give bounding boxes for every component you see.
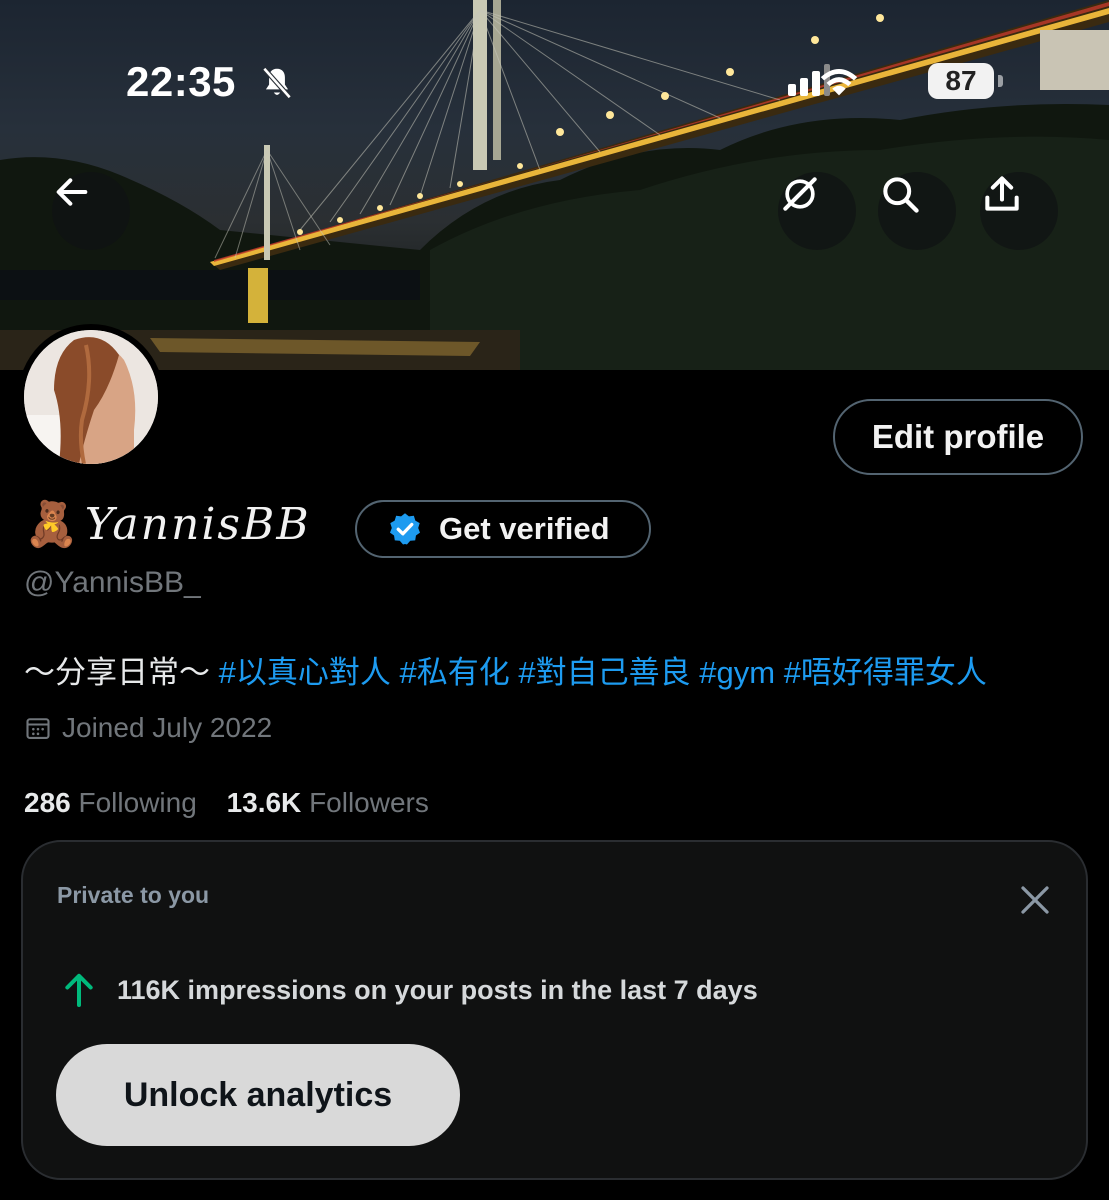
grok-icon bbox=[783, 177, 817, 211]
follow-stats: 286 Following 13.6K Followers bbox=[24, 787, 429, 819]
followers-label: Followers bbox=[309, 787, 429, 818]
mute-bell-icon bbox=[262, 67, 292, 99]
profile-avatar[interactable] bbox=[18, 324, 164, 470]
user-handle: @YannisBB_ bbox=[24, 566, 201, 599]
close-icon bbox=[1021, 886, 1049, 914]
hashtag-link[interactable]: #以真心對人 bbox=[219, 655, 391, 690]
wifi-icon bbox=[820, 68, 858, 96]
status-time: 22:35 bbox=[126, 58, 236, 105]
share-button[interactable] bbox=[980, 172, 1058, 250]
teddy-bear-emoji-icon: 🧸 bbox=[24, 500, 79, 549]
following-link[interactable]: 286 Following bbox=[24, 787, 197, 818]
bio-text: ～分享日常～ bbox=[24, 655, 210, 690]
close-card-button[interactable] bbox=[1017, 882, 1053, 923]
grok-button[interactable] bbox=[778, 172, 856, 250]
arrow-up-icon bbox=[65, 973, 93, 1007]
get-verified-label: Get verified bbox=[439, 511, 610, 546]
hashtag-link[interactable]: #gym bbox=[699, 655, 775, 690]
profile-bio: ～分享日常～ #以真心對人 #私有化 #對自己善良 #gym #唔好得罪女人 bbox=[24, 647, 987, 692]
following-label: Following bbox=[78, 787, 197, 818]
analytics-card: Private to you 116K impressions on your … bbox=[21, 840, 1088, 1180]
verified-badge-icon bbox=[390, 513, 420, 545]
unlock-analytics-button[interactable]: Unlock analytics bbox=[56, 1044, 460, 1146]
profile-banner[interactable]: 22:35 87 bbox=[0, 0, 1109, 370]
following-count: 286 bbox=[24, 787, 71, 818]
battery-cap bbox=[998, 75, 1003, 87]
avatar-image bbox=[24, 330, 158, 464]
impressions-text: 116K impressions on your posts in the la… bbox=[117, 974, 758, 1005]
share-icon bbox=[985, 176, 1019, 211]
hashtag-link[interactable]: #對自己善良 bbox=[518, 655, 690, 690]
search-icon bbox=[883, 177, 919, 213]
impressions-stat: 116K impressions on your posts in the la… bbox=[59, 970, 758, 1010]
hashtag-link[interactable]: #唔好得罪女人 bbox=[784, 655, 987, 690]
display-name: YannisBB bbox=[84, 498, 311, 550]
joined-label: Joined July 2022 bbox=[62, 712, 273, 743]
back-button[interactable] bbox=[52, 172, 130, 250]
followers-link[interactable]: 13.6K Followers bbox=[227, 787, 429, 818]
search-button[interactable] bbox=[878, 172, 956, 250]
display-name-row: 🧸 YannisBB bbox=[24, 498, 311, 550]
private-label: Private to you bbox=[57, 882, 210, 908]
hashtag-link[interactable]: #私有化 bbox=[400, 655, 510, 690]
back-arrow-icon bbox=[56, 178, 88, 206]
followers-count: 13.6K bbox=[226, 787, 302, 818]
joined-date: Joined July 2022 bbox=[24, 712, 272, 744]
calendar-icon bbox=[26, 718, 50, 739]
edit-profile-button[interactable]: Edit profile bbox=[833, 399, 1083, 475]
battery-level: 87 bbox=[928, 63, 994, 99]
get-verified-button[interactable]: Get verified bbox=[355, 500, 651, 558]
